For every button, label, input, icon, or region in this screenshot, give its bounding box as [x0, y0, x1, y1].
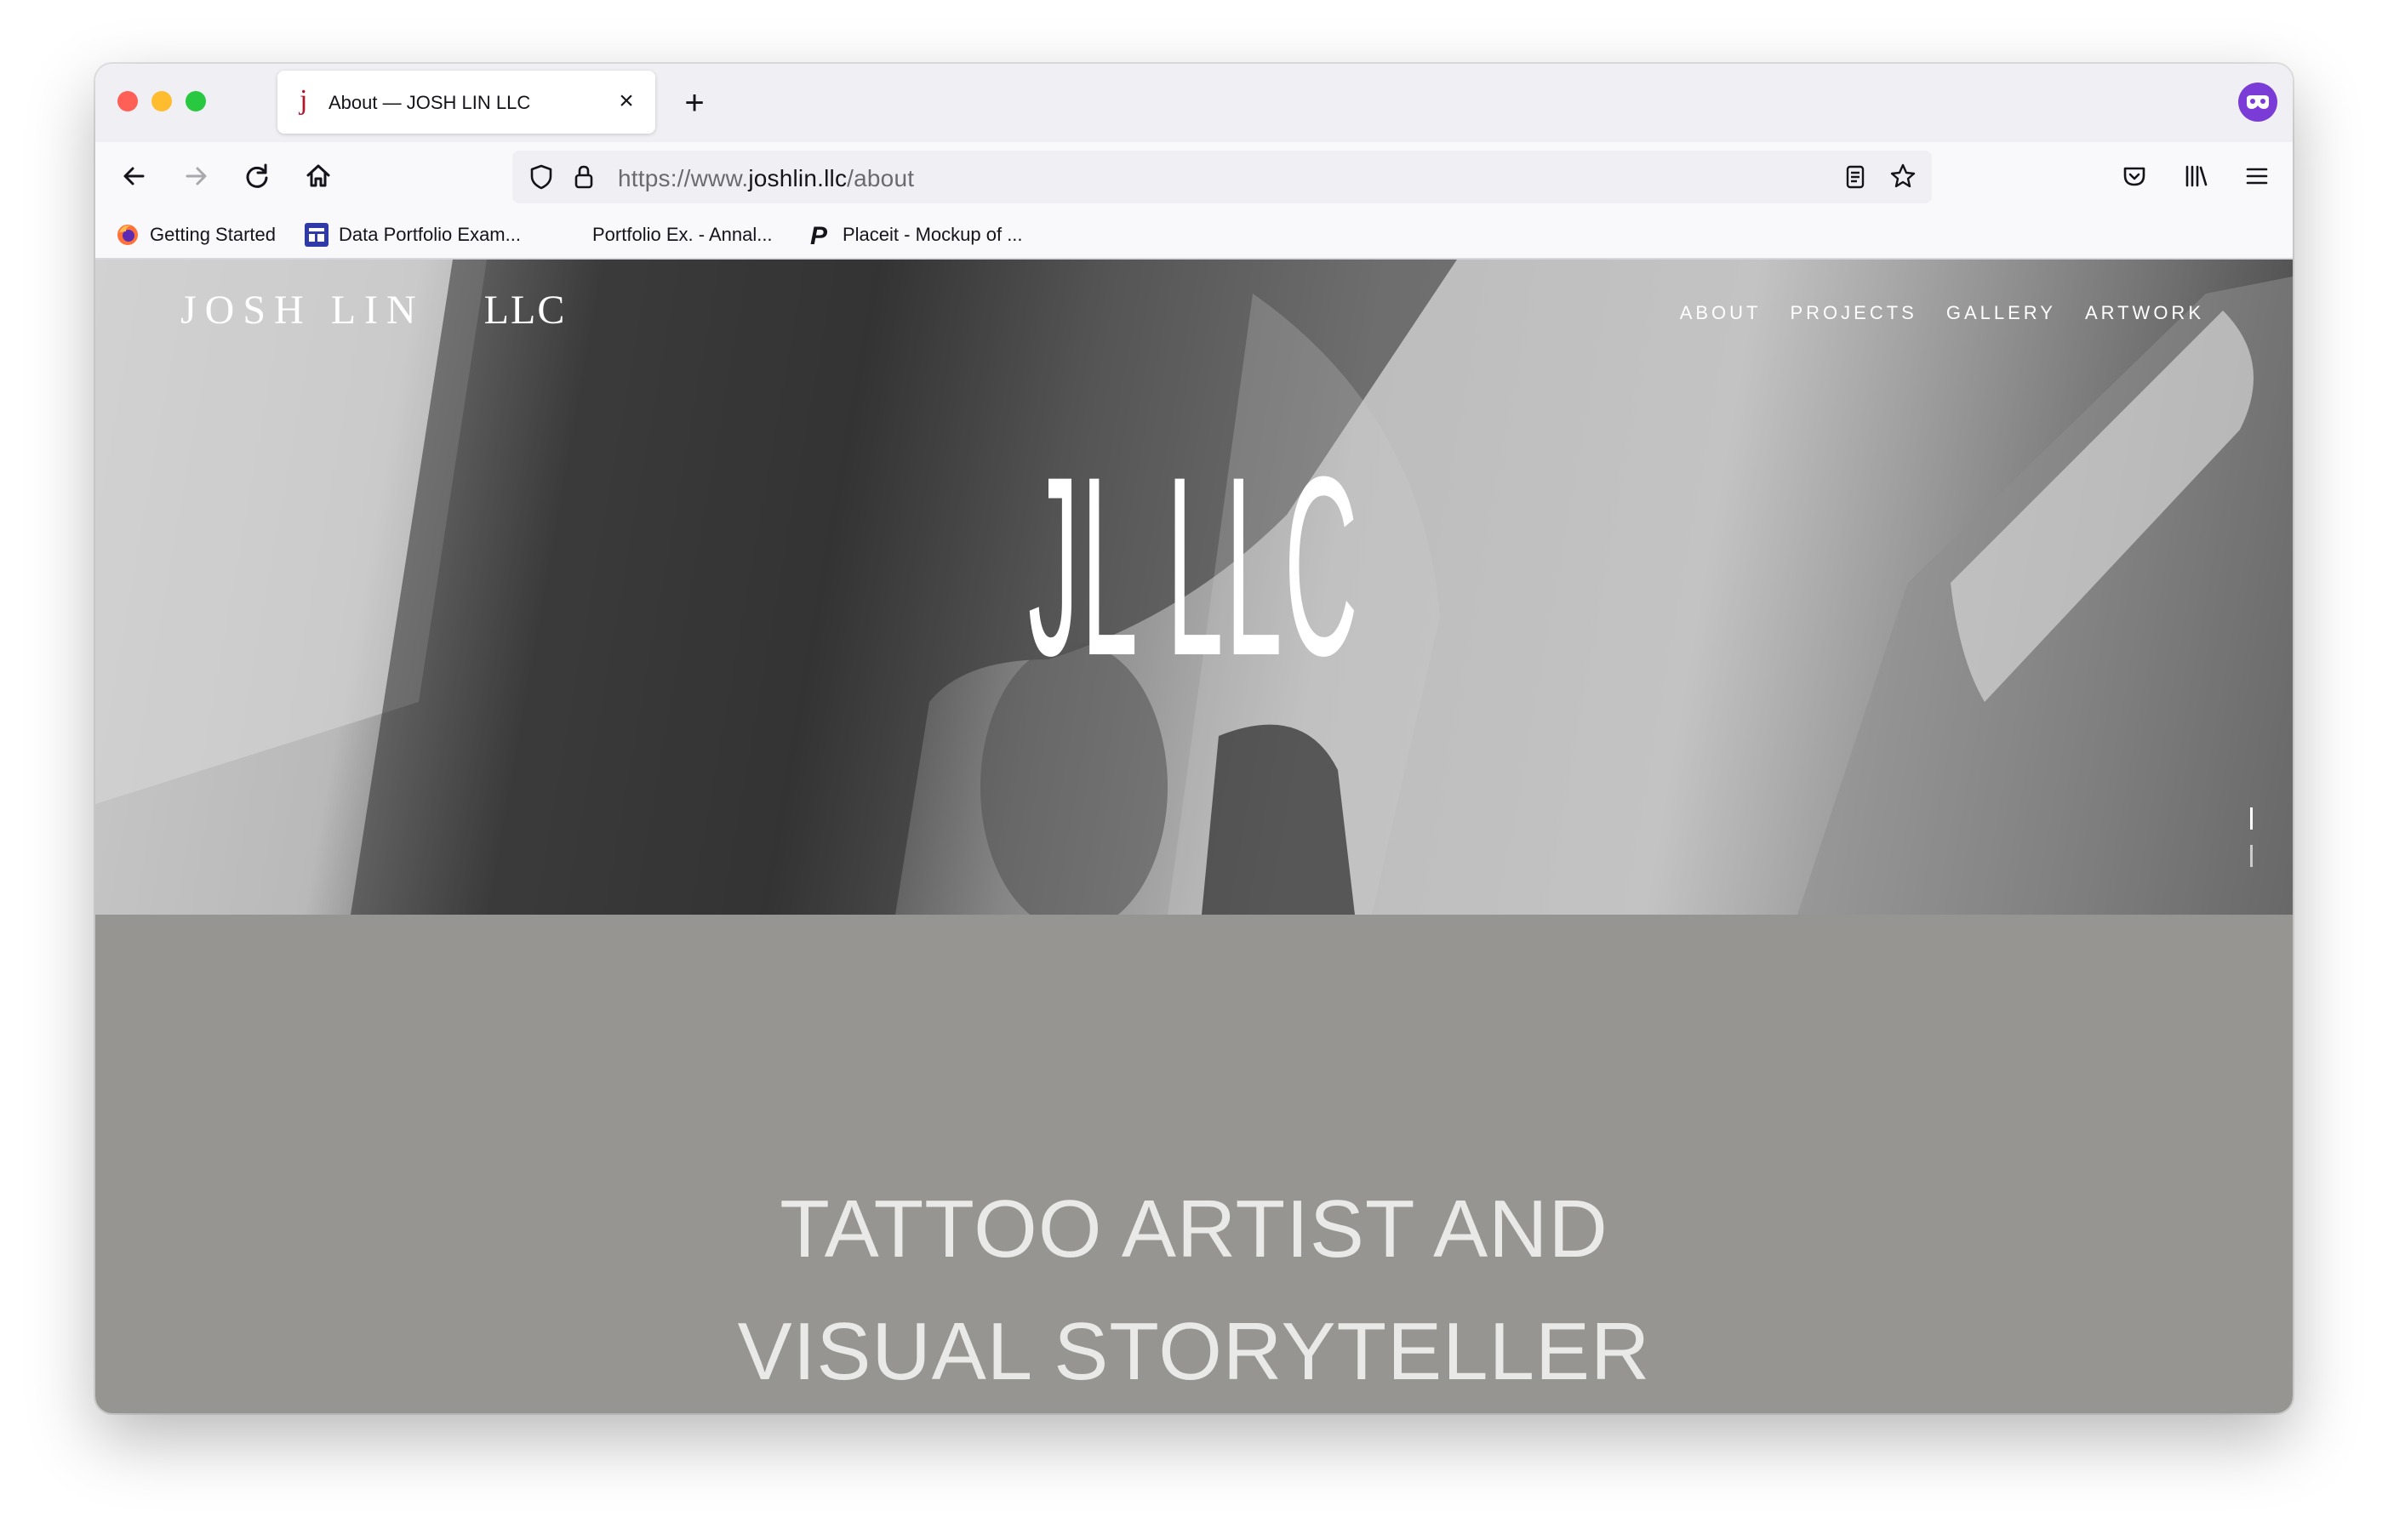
bookmark-label: Getting Started: [150, 224, 276, 245]
new-tab-button[interactable]: +: [676, 84, 713, 122]
close-window-button[interactable]: [117, 91, 138, 111]
hamburger-menu-icon[interactable]: [2238, 157, 2276, 195]
bookmark-data-portfolio[interactable]: Data Portfolio Exam...: [305, 222, 521, 248]
url-domain: joshlin.llc: [748, 165, 848, 191]
library-icon[interactable]: [2177, 157, 2214, 195]
bookmark-portfolio-ex[interactable]: Portfolio Ex. - Annal...: [592, 222, 773, 248]
firefox-icon: [117, 225, 138, 245]
nav-gallery[interactable]: GALLERY: [1946, 302, 2056, 324]
nav-projects[interactable]: PROJECTS: [1790, 302, 1917, 324]
brand-name: JOSH LIN: [180, 288, 425, 333]
home-icon[interactable]: [300, 157, 337, 195]
url-scheme: https://www.: [618, 165, 749, 191]
hero-monogram: JL LLC: [1027, 423, 1361, 709]
slide-dot-active[interactable]: [2250, 807, 2253, 830]
zoom-window-button[interactable]: [186, 91, 206, 111]
url-text[interactable]: https://www.joshlin.llc/about: [618, 165, 914, 192]
web-page: JOSH LIN LLC ABOUT PROJECTS GALLERY ARTWO…: [95, 260, 2293, 1413]
browser-window: j About — JOSH LIN LLC × + https://www.j…: [95, 64, 2293, 1413]
brand-suffix: LLC: [483, 288, 567, 333]
tagline-line: TATTOO ARTIST AND: [780, 1184, 1608, 1275]
url-path: /about: [847, 165, 915, 191]
nav-about[interactable]: ABOUT: [1680, 302, 1762, 324]
svg-text:P: P: [810, 223, 828, 247]
close-tab-icon[interactable]: ×: [613, 86, 640, 117]
slide-indicator[interactable]: [2250, 807, 2254, 882]
star-bookmark-icon[interactable]: [1884, 158, 1922, 196]
address-bar[interactable]: https://www.joshlin.llc/about: [512, 151, 1932, 203]
shield-icon[interactable]: [523, 158, 560, 196]
reader-view-icon[interactable]: [1837, 158, 1874, 196]
tab-title: About — JOSH LIN LLC: [328, 92, 531, 113]
nav-artwork[interactable]: ARTWORK: [2085, 302, 2204, 324]
bookmark-placeit[interactable]: P Placeit - Mockup of ...: [808, 222, 1023, 248]
bookmark-label: Portfolio Ex. - Annal...: [592, 224, 773, 245]
pocket-icon[interactable]: [2116, 157, 2153, 195]
lock-icon[interactable]: [565, 158, 603, 196]
reload-icon[interactable]: [238, 157, 276, 195]
mask-icon[interactable]: [2238, 83, 2277, 122]
tagline-heading: TATTOO ARTIST AND VISUAL STORYTELLER: [95, 1168, 2293, 1413]
navigation-toolbar: https://www.joshlin.llc/about: [95, 142, 2293, 210]
site-favicon-icon: j: [300, 84, 308, 116]
placeit-icon: P: [810, 223, 828, 247]
tab-about[interactable]: j About — JOSH LIN LLC ×: [277, 71, 655, 134]
forward-arrow-icon[interactable]: [177, 157, 214, 195]
bookmark-label: Data Portfolio Exam...: [339, 224, 521, 245]
back-arrow-icon[interactable]: [116, 157, 153, 195]
tagline-line: VISUAL STORYTELLER: [737, 1306, 1651, 1397]
bookmarks-bar: Getting Started Data Portfolio Exam... P…: [95, 210, 2293, 260]
layout-icon: [305, 223, 328, 247]
tab-strip: j About — JOSH LIN LLC × +: [95, 64, 2293, 142]
slide-dot[interactable]: [2250, 845, 2253, 867]
site-navigation: ABOUT PROJECTS GALLERY ARTWORK: [1680, 302, 2204, 324]
hero-banner: JOSH LIN LLC ABOUT PROJECTS GALLERY ARTWO…: [95, 260, 2293, 915]
site-logo[interactable]: JOSH LIN LLC: [180, 287, 566, 334]
bookmark-label: Placeit - Mockup of ...: [843, 224, 1023, 245]
minimize-window-button[interactable]: [151, 91, 172, 111]
bookmark-getting-started[interactable]: Getting Started: [116, 222, 276, 248]
